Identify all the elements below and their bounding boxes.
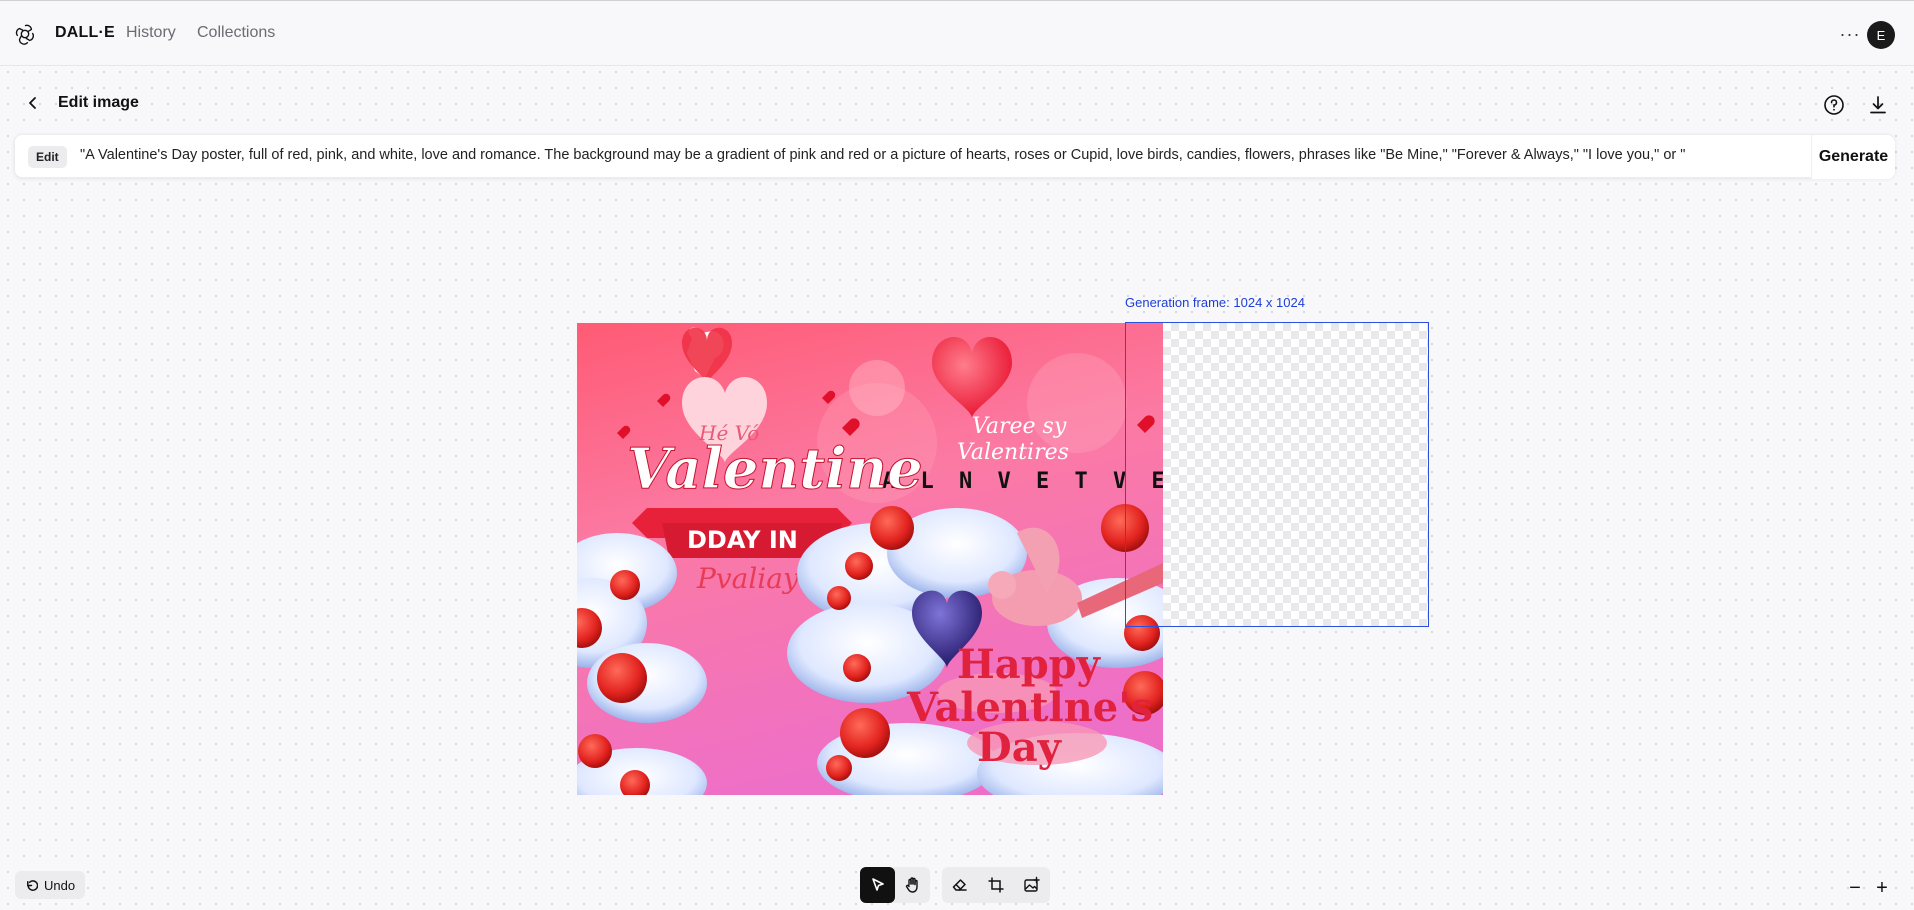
select-tool[interactable] <box>860 867 895 903</box>
generate-button[interactable]: Generate <box>1811 135 1895 179</box>
undo-label: Undo <box>44 877 76 893</box>
back-button[interactable] <box>22 92 44 114</box>
top-nav: DALL·E History Collections ··· E <box>0 0 1914 66</box>
script-text-top: Varee sy <box>972 414 1067 439</box>
edit-mode-chip[interactable]: Edit <box>28 146 67 168</box>
script-small-text: Pvaliay <box>696 562 800 595</box>
chevron-left-icon <box>29 97 36 109</box>
generation-frame-label: Generation frame: 1024 x 1024 <box>1125 295 1305 310</box>
pan-tool[interactable] <box>895 867 930 903</box>
undo-button[interactable]: Undo <box>15 871 86 899</box>
script-text-bottom: Valentires <box>957 440 1069 465</box>
poster-artwork: Hé Vó Varee sy Valentires A L N V E T V … <box>577 323 1163 795</box>
nav-history-link[interactable]: History <box>126 24 176 42</box>
navigation-tool-group <box>860 867 930 903</box>
generation-frame[interactable] <box>1125 322 1429 627</box>
brand-link[interactable]: DALL·E <box>55 24 115 42</box>
add-image-tool[interactable] <box>1014 867 1050 903</box>
hand-icon <box>905 877 918 893</box>
help-icon[interactable] <box>1822 93 1846 117</box>
frame-icon <box>988 877 1004 893</box>
cursor-icon <box>871 878 884 891</box>
happy-line-1: Happy <box>957 641 1102 688</box>
page-title: Edit image <box>58 94 139 111</box>
openai-logo-icon[interactable] <box>14 23 36 45</box>
undo-icon <box>27 879 38 891</box>
more-options-button[interactable]: ··· <box>1838 23 1862 45</box>
ribbon-text: DDAY IN <box>687 526 798 554</box>
zoom-out-button[interactable]: − <box>1843 876 1867 900</box>
eraser-icon <box>952 879 967 891</box>
valentine-title: Valentine <box>627 436 923 502</box>
happy-line-3: Day <box>977 724 1063 771</box>
edit-tool-group <box>942 867 1050 903</box>
prompt-bar: Edit "A Valentine's Day poster, full of … <box>14 134 1895 179</box>
crop-tool[interactable] <box>978 867 1014 903</box>
eraser-tool[interactable] <box>942 867 978 903</box>
poster-image[interactable]: Hé Vó Varee sy Valentires A L N V E T V … <box>577 323 1163 795</box>
zoom-in-button[interactable]: + <box>1870 876 1894 900</box>
add-image-icon <box>1024 876 1040 892</box>
prompt-input[interactable]: "A Valentine's Day poster, full of red, … <box>80 147 1795 163</box>
download-icon[interactable] <box>1866 93 1890 117</box>
user-avatar[interactable]: E <box>1867 21 1895 49</box>
letters-text: A L N V E T V E F R <box>882 469 1163 494</box>
nav-collections-link[interactable]: Collections <box>197 24 275 42</box>
